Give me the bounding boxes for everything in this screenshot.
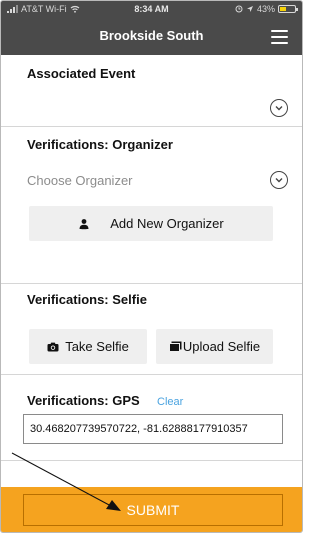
hamburger-menu-icon[interactable]: [271, 30, 288, 44]
submit-button[interactable]: SUBMIT: [23, 494, 283, 526]
status-right: 43%: [235, 4, 298, 14]
battery-level: [280, 7, 287, 11]
submit-label: SUBMIT: [126, 502, 180, 518]
selfie-section: Verifications: Selfie Take Selfie Upload…: [1, 284, 302, 375]
app-frame: AT&T Wi-Fi 8:34 AM 43% Brookside South A…: [0, 0, 303, 533]
gps-title: Verifications: GPS: [27, 393, 140, 408]
battery-icon: [278, 5, 298, 13]
location-arrow-icon: [246, 6, 253, 12]
organizer-section: Verifications: Organizer Choose Organize…: [1, 127, 302, 284]
organizer-title: Verifications: Organizer: [27, 137, 173, 152]
status-bar: AT&T Wi-Fi 8:34 AM 43%: [1, 1, 302, 19]
app-header: Brookside South: [1, 19, 302, 55]
upload-selfie-label: Upload Selfie: [182, 339, 261, 354]
associated-event-section: Associated Event: [1, 55, 302, 127]
add-new-organizer-button[interactable]: Add New Organizer: [29, 206, 273, 241]
take-selfie-button[interactable]: Take Selfie: [29, 329, 147, 364]
upload-selfie-button[interactable]: Upload Selfie: [156, 329, 273, 364]
images-icon: [168, 341, 182, 352]
selfie-title: Verifications: Selfie: [27, 292, 147, 307]
camera-icon: [47, 342, 59, 351]
clear-gps-link[interactable]: Clear: [157, 396, 183, 408]
alarm-icon: [235, 5, 243, 13]
associated-event-title: Associated Event: [27, 66, 136, 81]
battery-percent: 43%: [256, 4, 275, 14]
page-title: Brookside South: [99, 28, 204, 43]
add-new-organizer-label: Add New Organizer: [110, 216, 224, 231]
chevron-down-icon[interactable]: [270, 99, 288, 117]
choose-organizer-select[interactable]: Choose Organizer: [27, 173, 133, 188]
gps-coordinates-input[interactable]: [23, 414, 283, 444]
user-icon: [79, 218, 89, 229]
take-selfie-label: Take Selfie: [65, 339, 129, 354]
chevron-down-icon[interactable]: [270, 171, 288, 189]
